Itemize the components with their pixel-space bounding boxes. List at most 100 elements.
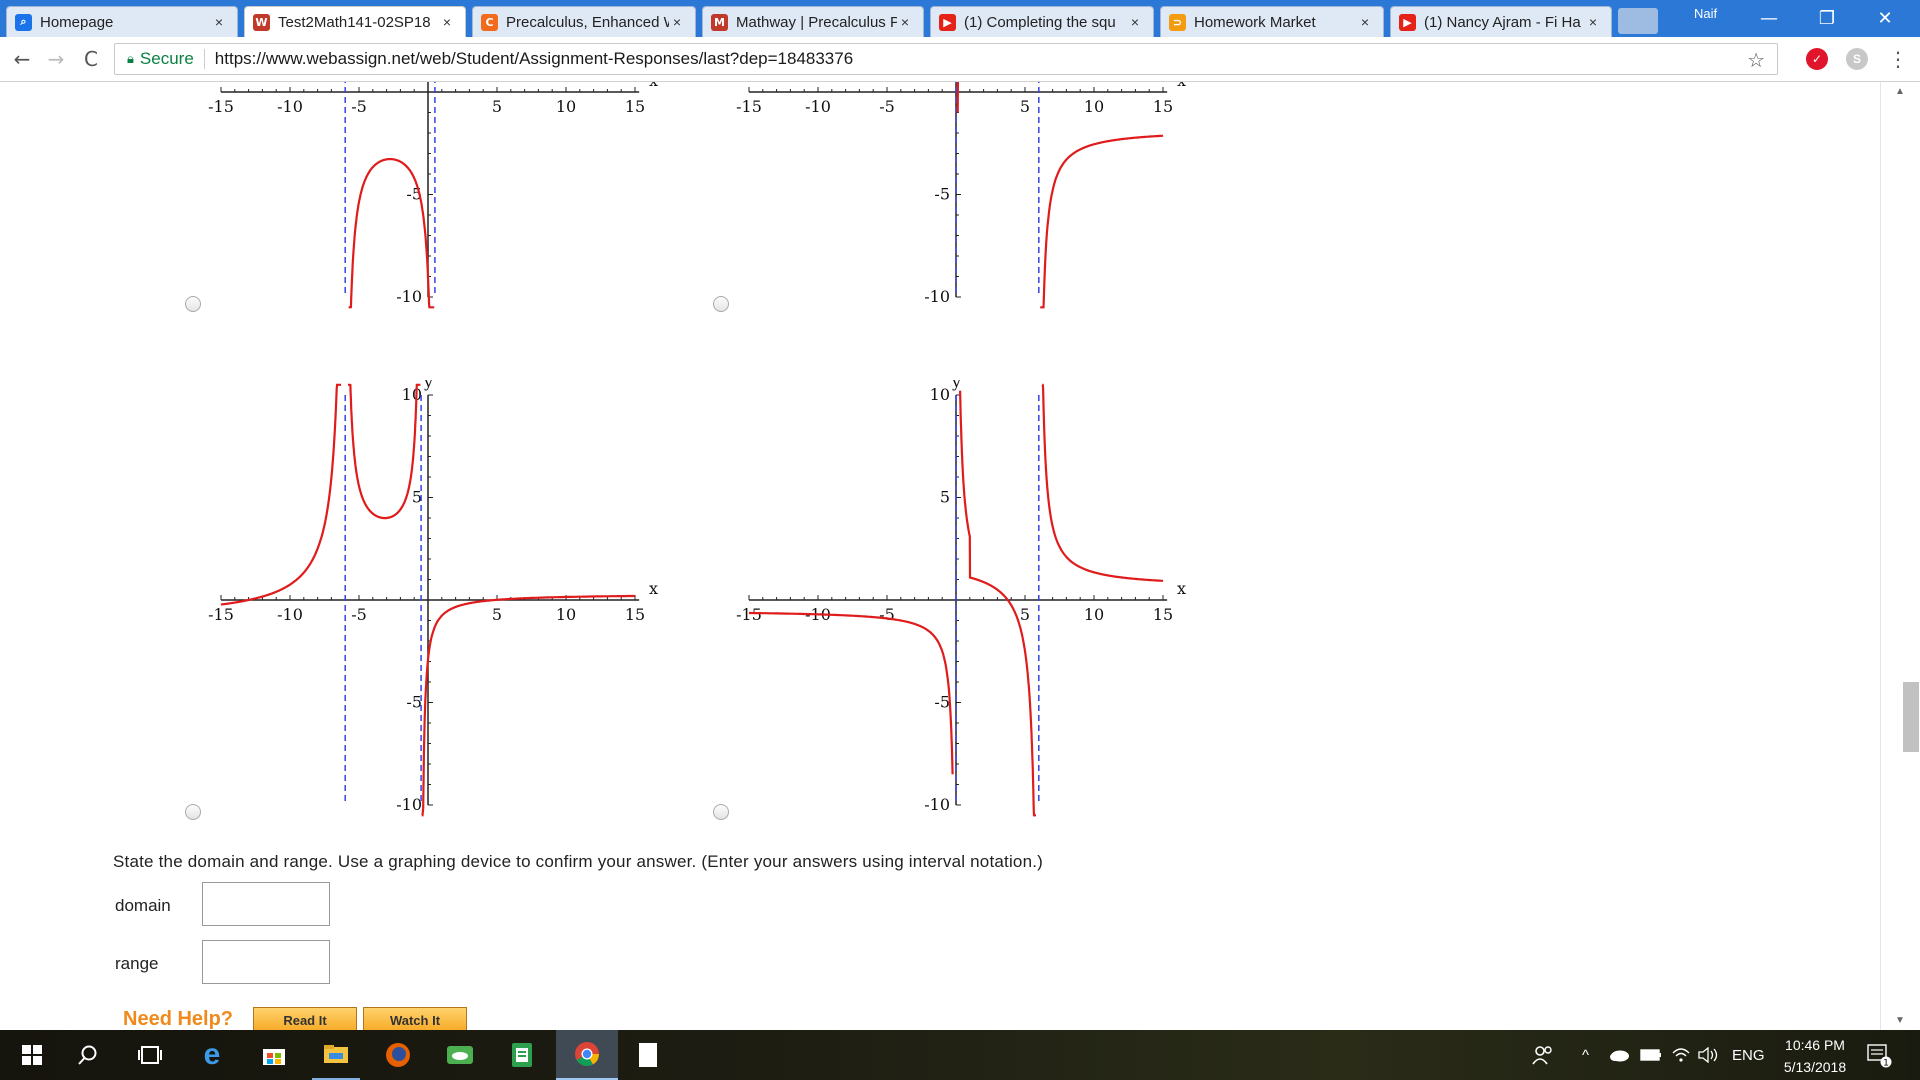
battery-icon[interactable] xyxy=(1640,1030,1662,1080)
scroll-thumb[interactable] xyxy=(1903,682,1919,752)
url-text[interactable]: https://www.webassign.net/web/Student/As… xyxy=(215,49,853,69)
browser-tab[interactable]: ▶ (1) Completing the squ × xyxy=(930,6,1154,37)
browser-tab[interactable]: C Precalculus, Enhanced W × xyxy=(472,6,696,37)
browser-tab[interactable]: W Test2Math141-02SP18 × xyxy=(244,6,466,37)
domain-input[interactable] xyxy=(202,882,330,926)
youtube-favicon-icon: ▶ xyxy=(1399,13,1416,31)
x-tick-label: -15 xyxy=(736,97,762,116)
chrome-icon[interactable] xyxy=(556,1030,618,1080)
read-it-button[interactable]: Read It xyxy=(253,1007,357,1030)
browser-tab[interactable]: ⊃ Homework Market × xyxy=(1160,6,1384,37)
edge-icon[interactable]: e xyxy=(188,1030,236,1080)
x-tick-label: -10 xyxy=(277,605,303,624)
scroll-down-arrow-icon[interactable]: ▼ xyxy=(1895,1015,1905,1026)
tab-close-icon[interactable]: × xyxy=(211,14,227,30)
graph-option-b: -15-10-5510155-5-1010xy xyxy=(736,82,1186,309)
cloud-app-icon[interactable] xyxy=(436,1030,484,1080)
restore-button[interactable]: ❐ xyxy=(1804,4,1850,32)
browser-tab[interactable]: ▶ (1) Nancy Ajram - Fi Ha × xyxy=(1390,6,1612,37)
bookmark-star-icon[interactable]: ☆ xyxy=(1747,48,1765,73)
tab-title: Homework Market xyxy=(1194,13,1316,31)
clock-time: 10:46 PM xyxy=(1785,1037,1845,1053)
notepad-icon[interactable] xyxy=(498,1030,546,1080)
x-tick-label: 15 xyxy=(1153,97,1173,116)
x-tick-label: 5 xyxy=(1020,97,1030,116)
range-label: range xyxy=(115,954,159,973)
tab-close-icon[interactable]: × xyxy=(669,14,685,30)
radio-option-d[interactable] xyxy=(713,804,729,820)
forward-button[interactable]: → xyxy=(44,47,68,71)
extension-red-icon[interactable]: ✓ xyxy=(1806,48,1828,70)
y-tick-label: 5 xyxy=(940,488,950,507)
radio-option-c[interactable] xyxy=(185,804,201,820)
tab-title: (1) Nancy Ajram - Fi Ha xyxy=(1424,13,1581,31)
x-tick-label: -15 xyxy=(736,605,762,624)
x-tick-label: -5 xyxy=(351,97,367,116)
x-tick-label: 15 xyxy=(1153,605,1173,624)
store-icon[interactable] xyxy=(250,1030,298,1080)
tab-close-icon[interactable]: × xyxy=(439,14,455,30)
new-tab-button[interactable] xyxy=(1618,8,1658,34)
tab-title: Homepage xyxy=(40,13,114,31)
volume-icon[interactable] xyxy=(1698,1030,1720,1080)
tab-title: (1) Completing the squ xyxy=(964,13,1116,31)
browser-tab[interactable]: ⌕ Homepage × xyxy=(6,6,238,37)
tab-close-icon[interactable]: × xyxy=(1585,14,1601,30)
graph-option-c: -15 -10 -5 5 10 155-5-1010xy xyxy=(208,380,658,817)
action-center-icon[interactable]: 1 xyxy=(1866,1030,1892,1080)
radio-option-b[interactable] xyxy=(713,296,729,312)
tab-close-icon[interactable]: × xyxy=(897,14,913,30)
x-tick-label: -5 xyxy=(879,97,895,116)
clock[interactable]: 10:46 PM 5/13/2018 xyxy=(1770,1034,1860,1078)
x-tick-label: 10 xyxy=(1084,605,1104,624)
browser-menu-icon[interactable]: ⋮ xyxy=(1888,47,1908,72)
tab-close-icon[interactable]: × xyxy=(1127,14,1143,30)
language-indicator[interactable]: ENG xyxy=(1732,1030,1765,1080)
browser-tab[interactable]: M Mathway | Precalculus P × xyxy=(702,6,924,37)
x-tick-label: 15 xyxy=(625,97,645,116)
minimize-button[interactable]: — xyxy=(1746,4,1792,32)
tab-strip: ⌕ Homepage × W Test2Math141-02SP18 × C Precalcu… xyxy=(0,0,1920,37)
y-tick-label: -5 xyxy=(934,693,950,712)
extension-gray-icon[interactable]: S xyxy=(1846,48,1868,70)
x-axis-label: x xyxy=(649,579,658,598)
file-explorer-icon[interactable] xyxy=(312,1030,360,1080)
y-top-label: 10 xyxy=(402,385,422,404)
reload-button[interactable]: C xyxy=(79,47,103,71)
function-curve xyxy=(220,383,342,606)
divider xyxy=(203,49,205,69)
function-curve xyxy=(959,390,1036,817)
vertical-scrollbar[interactable]: ▲ ▼ xyxy=(1880,82,1920,1030)
tab-close-icon[interactable]: × xyxy=(1357,14,1373,30)
x-tick-label: 5 xyxy=(1020,605,1030,624)
y-axis-label: y xyxy=(951,380,961,391)
y-tick-label: -10 xyxy=(924,287,950,306)
watch-it-button[interactable]: Watch It xyxy=(363,1007,467,1030)
wifi-icon[interactable] xyxy=(1672,1030,1690,1080)
profile-name[interactable]: Naif xyxy=(1694,6,1717,21)
x-tick-label: 10 xyxy=(556,97,576,116)
people-icon[interactable] xyxy=(1532,1030,1554,1080)
radio-option-a[interactable] xyxy=(185,296,201,312)
y-tick-label: -10 xyxy=(396,795,422,814)
tab-title: Test2Math141-02SP18 xyxy=(278,13,431,31)
x-tick-label: 10 xyxy=(1084,97,1104,116)
show-hidden-icons-icon[interactable]: ^ xyxy=(1582,1030,1589,1080)
y-axis-label: y xyxy=(423,380,433,391)
firefox-icon[interactable] xyxy=(374,1030,422,1080)
graph-option-d: -15 -10 -5 5 10 155-5-1010xy xyxy=(736,380,1186,817)
close-window-button[interactable]: ✕ xyxy=(1862,4,1908,32)
webassign-favicon-icon: W xyxy=(253,13,270,31)
function-curve xyxy=(1041,383,1164,582)
task-view-icon[interactable] xyxy=(126,1030,174,1080)
range-input[interactable] xyxy=(202,940,330,984)
blank-document-icon[interactable] xyxy=(624,1030,672,1080)
windows-start-icon[interactable] xyxy=(8,1030,56,1080)
search-icon[interactable] xyxy=(64,1030,112,1080)
address-bar[interactable]: 🔒︎ Secure https://www.webassign.net/web/… xyxy=(114,43,1778,75)
back-button[interactable]: ← xyxy=(10,47,34,71)
onedrive-cloud-icon[interactable] xyxy=(1608,1030,1630,1080)
x-tick-label: -15 xyxy=(208,97,234,116)
x-tick-label: 5 xyxy=(492,97,502,116)
scroll-up-arrow-icon[interactable]: ▲ xyxy=(1895,86,1905,97)
